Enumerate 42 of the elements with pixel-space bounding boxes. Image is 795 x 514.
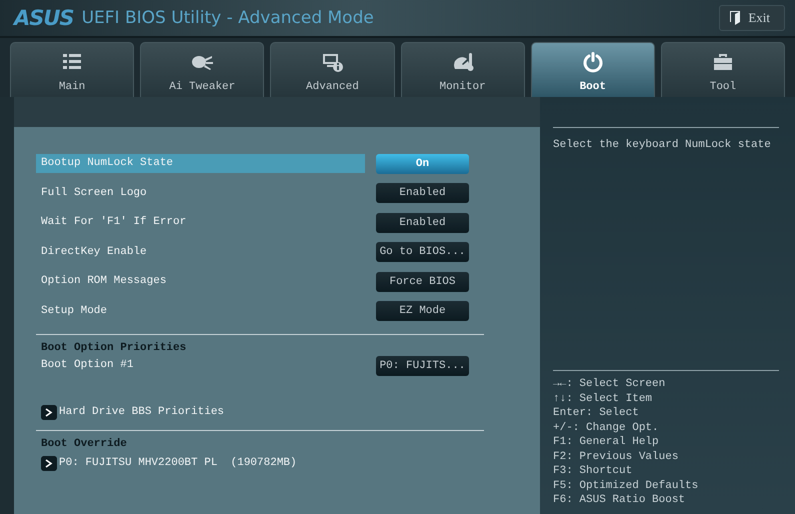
setting-label[interactable]: Setup Mode	[36, 302, 365, 321]
help-description: Select the keyboard NumLock state	[553, 139, 771, 151]
setting-value-button[interactable]: Enabled	[376, 183, 469, 204]
chevron-right-icon	[41, 456, 57, 470]
door-icon	[730, 11, 740, 25]
key-hint: F3: Shortcut	[553, 464, 634, 478]
submenu-item[interactable]: P0: FUJITSU MHV2200BT PL (190782MB)	[36, 453, 297, 473]
tab[interactable]: Advanced	[270, 42, 395, 97]
setting-label[interactable]: DirectKey Enable	[36, 242, 365, 262]
setting-value-button[interactable]: Force BIOS	[376, 272, 469, 292]
section-heading: Boot Override	[40, 438, 128, 452]
key-hint: ↑↓: Select Item	[553, 392, 654, 406]
setting-label[interactable]: Wait For 'F1' If Error	[36, 213, 365, 232]
gauge-icon	[452, 51, 474, 73]
setting-label[interactable]: Option ROM Messages	[36, 272, 365, 292]
toolbox-icon	[712, 51, 734, 73]
key-hint: F2: Previous Values	[553, 450, 680, 464]
tab[interactable]: Monitor	[400, 42, 525, 97]
setting-label[interactable]: Full Screen Logo	[36, 184, 365, 203]
section-heading: Boot Option Priorities	[40, 342, 188, 356]
monitor-info-icon	[321, 51, 344, 73]
setting-value-button[interactable]: Go to BIOS...	[376, 242, 469, 262]
tab[interactable]: Boot	[530, 42, 655, 97]
window-title: UEFI BIOS Utility - Advanced Mode	[82, 8, 375, 28]
exit-button[interactable]: Exit	[719, 5, 785, 31]
setting-label[interactable]: Boot Option #1	[36, 356, 365, 375]
tab[interactable]: Ai Tweaker	[140, 42, 264, 97]
setting-value-button[interactable]: EZ Mode	[376, 301, 469, 322]
key-hint: +/-: Change Opt.	[553, 420, 660, 435]
brand-logo: ASUS	[14, 6, 74, 30]
key-hint: F1: General Help	[553, 435, 660, 450]
power-icon	[582, 51, 604, 73]
tab[interactable]: Main	[10, 42, 134, 97]
submenu-item[interactable]: Hard Drive BBS Priorities	[36, 402, 224, 422]
key-hint: Enter: Select	[553, 406, 640, 420]
setting-value-button[interactable]: P0: FUJITS...	[376, 356, 469, 376]
key-hint: F5: Optimized Defaults	[553, 478, 700, 493]
chevron-right-icon	[41, 404, 57, 420]
tab[interactable]: Tool	[660, 42, 786, 97]
key-hint: →←: Select Screen	[553, 377, 666, 392]
setting-value-button[interactable]: Enabled	[376, 212, 469, 233]
key-hint: F6: ASUS Ratio Boost	[553, 493, 686, 508]
